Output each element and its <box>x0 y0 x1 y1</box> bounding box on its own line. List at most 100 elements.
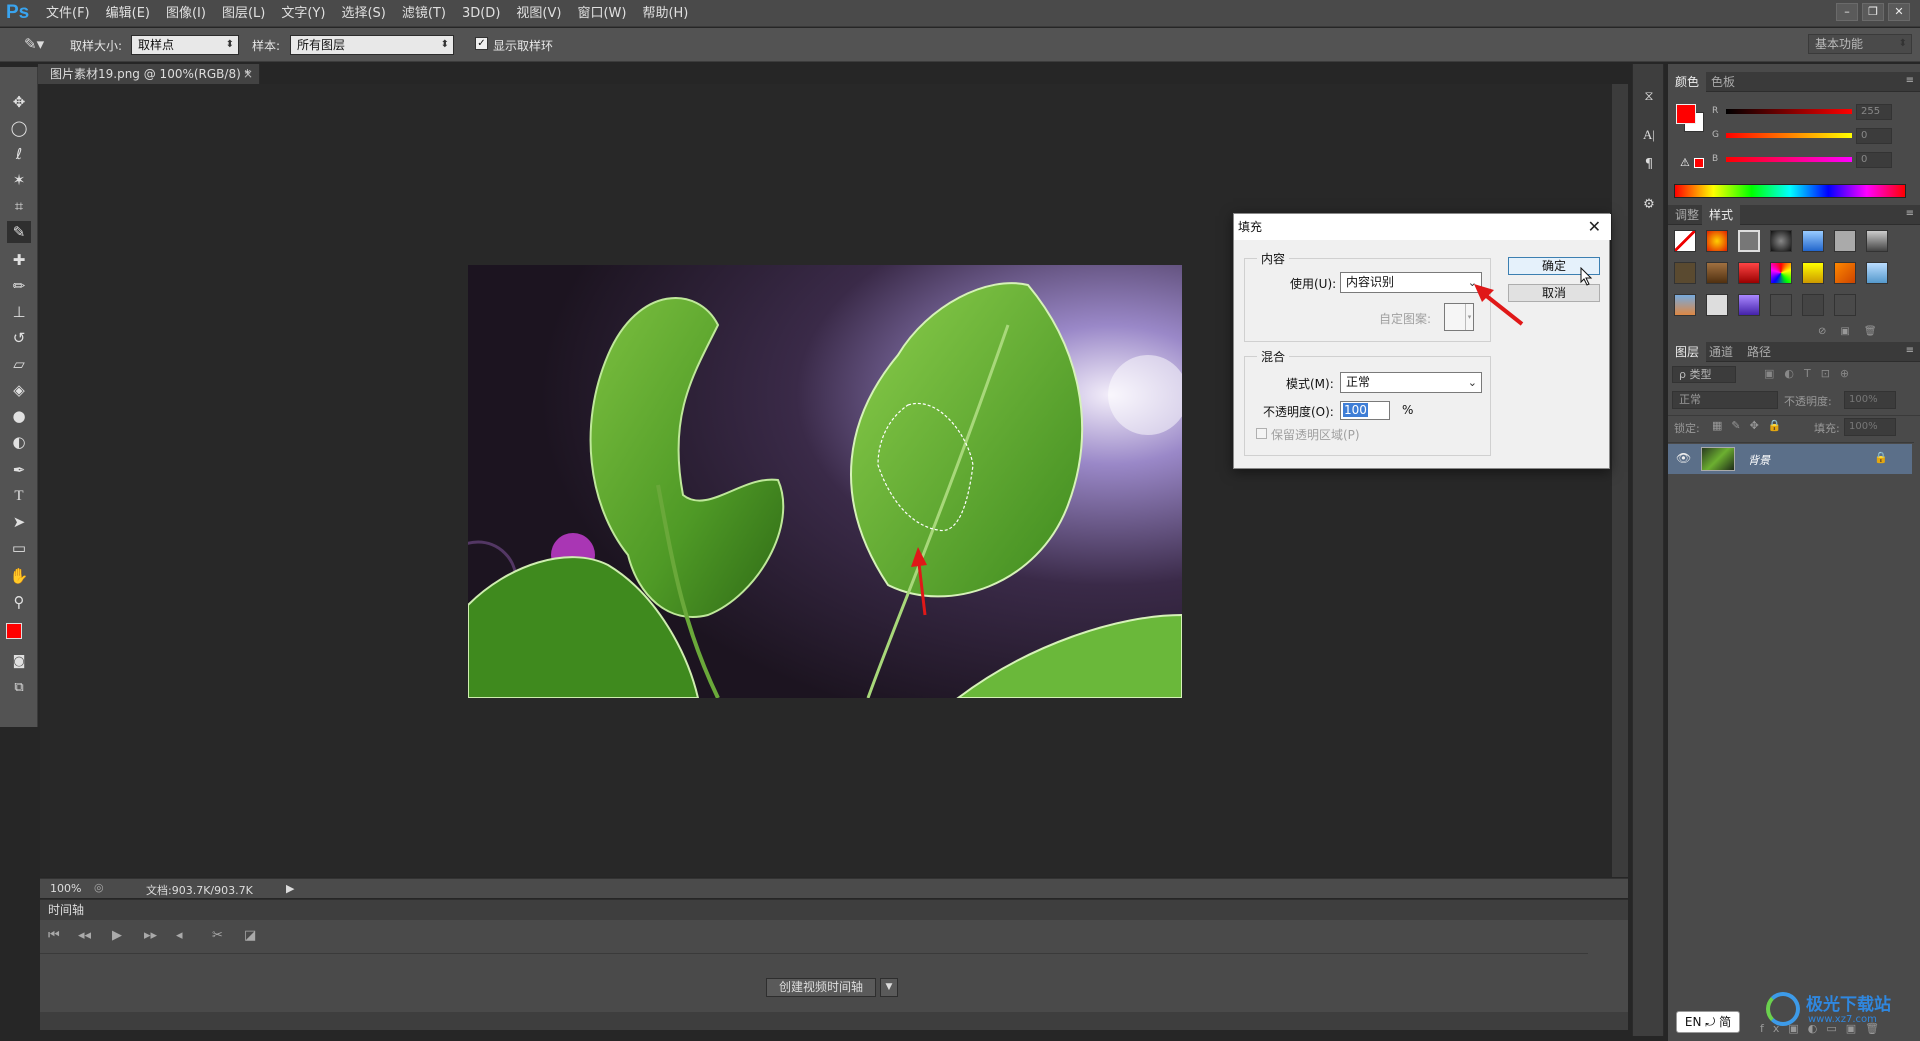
create-video-timeline-button[interactable]: 创建视频时间轴 <box>766 978 876 997</box>
layer-row[interactable]: 👁 背景 🔒 <box>1668 444 1912 474</box>
layer-opacity-input[interactable]: 100% <box>1844 391 1896 409</box>
style-swatch[interactable] <box>1834 230 1856 252</box>
style-swatch[interactable] <box>1834 294 1856 316</box>
tab-color[interactable]: 颜色 <box>1668 72 1707 92</box>
path-selection-tool-icon[interactable]: ➤ <box>7 511 31 533</box>
style-swatch[interactable] <box>1866 262 1888 284</box>
style-swatch-none[interactable] <box>1674 230 1696 252</box>
style-swatch[interactable] <box>1738 230 1760 252</box>
color-spectrum-ramp[interactable] <box>1674 184 1906 198</box>
show-ring-checkbox[interactable]: ✓ <box>475 37 488 50</box>
paragraph-panel-icon[interactable]: ¶ <box>1640 156 1658 174</box>
ime-indicator[interactable]: EN ⤾ 简 <box>1676 1011 1740 1033</box>
gamut-color-chip[interactable] <box>1694 158 1704 168</box>
tab-paths[interactable]: 路径 <box>1740 342 1778 362</box>
color-panel-menu-icon[interactable]: ≡ <box>1906 75 1914 86</box>
color-panel-foreground-swatch[interactable] <box>1676 104 1696 124</box>
type-tool-icon[interactable]: T <box>7 485 31 507</box>
channel-b-slider[interactable] <box>1726 157 1852 162</box>
style-swatch[interactable] <box>1738 294 1760 316</box>
blur-tool-icon[interactable]: ● <box>7 405 31 427</box>
document-image[interactable] <box>468 265 1182 698</box>
menu-item[interactable]: 选择(S) <box>333 0 393 27</box>
sample-select[interactable]: 所有图层 <box>290 35 454 55</box>
eyedropper-tool-preset-icon[interactable]: ✎▾ <box>24 35 44 53</box>
style-swatch[interactable] <box>1674 262 1696 284</box>
menu-item[interactable]: 滤镜(T) <box>394 0 454 27</box>
tab-layers[interactable]: 图层 <box>1668 342 1707 362</box>
close-window-button[interactable]: ✕ <box>1888 3 1910 21</box>
lasso-tool-icon[interactable]: ℓ <box>7 143 31 165</box>
rectangle-tool-icon[interactable]: ▭ <box>7 537 31 559</box>
workspace-select[interactable]: 基本功能 <box>1808 34 1912 54</box>
channel-g-value[interactable]: 0 <box>1856 128 1892 144</box>
menu-item[interactable]: 文字(Y) <box>273 0 333 27</box>
channel-r-slider[interactable] <box>1726 109 1852 114</box>
first-frame-icon[interactable]: ⏮ <box>48 928 60 943</box>
history-brush-tool-icon[interactable]: ↺ <box>7 327 31 349</box>
crop-tool-icon[interactable]: ⌗ <box>7 195 31 217</box>
layer-filter-icons[interactable]: ▣◐T⊡⊕ <box>1764 367 1859 380</box>
tab-swatches[interactable]: 色板 <box>1704 72 1742 92</box>
layer-visibility-eye-icon[interactable]: 👁 <box>1676 451 1691 465</box>
style-swatch[interactable] <box>1674 294 1696 316</box>
play-icon[interactable]: ▶ <box>112 928 122 943</box>
dialog-close-icon[interactable]: ✕ <box>1588 217 1601 236</box>
menu-item[interactable]: 3D(D) <box>454 0 508 27</box>
preserve-transparency-checkbox[interactable] <box>1256 428 1267 439</box>
style-swatch[interactable] <box>1706 230 1728 252</box>
layer-blend-mode-select[interactable]: 正常 <box>1672 391 1778 409</box>
style-swatch[interactable] <box>1770 294 1792 316</box>
magic-wand-tool-icon[interactable]: ✶ <box>7 169 31 191</box>
style-swatch[interactable] <box>1834 262 1856 284</box>
style-swatch[interactable] <box>1770 230 1792 252</box>
eyedropper-tool-icon[interactable]: ✎ <box>7 221 31 243</box>
styles-panel-actions[interactable]: ⊘▣🗑 <box>1818 326 1891 337</box>
move-tool-icon[interactable]: ✥ <box>7 91 31 113</box>
pen-tool-icon[interactable]: ✒ <box>7 459 31 481</box>
vertical-scrollbar[interactable] <box>1612 84 1628 877</box>
use-select[interactable]: 内容识别 ⌄ <box>1340 272 1482 293</box>
menu-item[interactable]: 文件(F) <box>38 0 98 27</box>
style-swatch[interactable] <box>1802 230 1824 252</box>
channel-r-value[interactable]: 255 <box>1856 104 1892 120</box>
eraser-tool-icon[interactable]: ▱ <box>7 353 31 375</box>
lock-icons[interactable]: ▦✎✥🔒 <box>1712 419 1791 432</box>
transition-icon[interactable]: ◪ <box>244 928 256 943</box>
style-swatch[interactable] <box>1802 294 1824 316</box>
tool-presets-icon[interactable]: ⚙ <box>1640 196 1658 214</box>
tab-channels[interactable]: 通道 <box>1702 342 1740 362</box>
dodge-tool-icon[interactable]: ◐ <box>7 431 31 453</box>
menu-item[interactable]: 编辑(E) <box>98 0 158 27</box>
zoom-level[interactable]: 100% <box>50 882 81 895</box>
mode-select[interactable]: 正常 ⌄ <box>1340 372 1482 393</box>
clone-stamp-tool-icon[interactable]: ⊥ <box>7 301 31 323</box>
style-swatch[interactable] <box>1866 230 1888 252</box>
gamut-warning-icon[interactable]: ⚠ <box>1680 156 1690 169</box>
foreground-color-swatch[interactable] <box>6 623 22 639</box>
layer-fill-input[interactable]: 100% <box>1844 418 1896 436</box>
marquee-tool-icon[interactable]: ◯ <box>7 117 31 139</box>
status-info-icon[interactable]: ◎ <box>94 881 104 894</box>
next-frame-icon[interactable]: ▸▸ <box>144 928 157 943</box>
menu-item[interactable]: 窗口(W) <box>569 0 634 27</box>
style-swatch[interactable] <box>1706 262 1728 284</box>
zoom-tool-icon[interactable]: ⚲ <box>7 591 31 613</box>
document-tab[interactable]: 图片素材19.png @ 100%(RGB/8) * × <box>38 64 260 84</box>
character-panel-icon[interactable]: A| <box>1640 126 1658 144</box>
screen-mode-icon[interactable]: ⧉ <box>7 677 31 699</box>
menu-item[interactable]: 帮助(H) <box>634 0 696 27</box>
styles-panel-menu-icon[interactable]: ≡ <box>1906 208 1914 219</box>
layer-name[interactable]: 背景 <box>1748 452 1770 468</box>
style-swatch[interactable] <box>1706 294 1728 316</box>
menu-item[interactable]: 视图(V) <box>508 0 569 27</box>
layers-panel-menu-icon[interactable]: ≡ <box>1906 345 1914 356</box>
healing-brush-tool-icon[interactable]: ✚ <box>7 249 31 271</box>
timeline-mode-dropdown-icon[interactable]: ▼ <box>880 978 898 997</box>
layer-filter-select[interactable]: ρ 类型 <box>1672 366 1736 383</box>
quick-mask-icon[interactable]: ◙ <box>7 651 31 673</box>
paint-bucket-tool-icon[interactable]: ◈ <box>7 379 31 401</box>
audio-icon[interactable]: ◂ <box>176 928 183 943</box>
tab-adjustments[interactable]: 调整 <box>1668 205 1706 225</box>
style-swatch[interactable] <box>1738 262 1760 284</box>
